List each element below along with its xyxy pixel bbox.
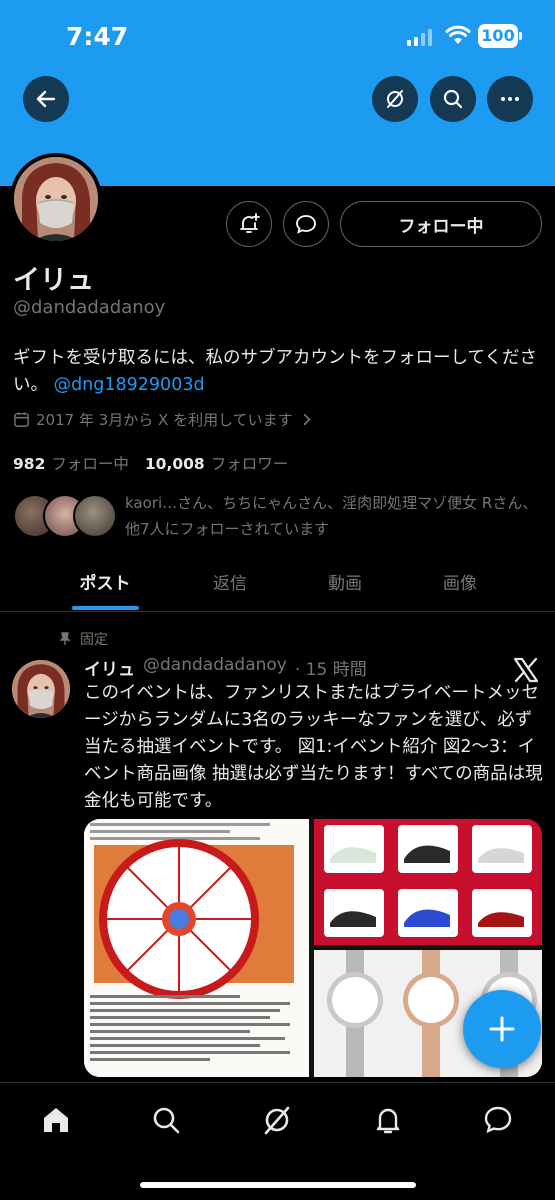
follower-avatar: [73, 494, 117, 538]
post-header: イリュ @dandadadanoy · 15 時間: [84, 655, 367, 680]
notification-bell-plus-icon: [240, 213, 260, 233]
message-icon: [296, 215, 316, 234]
tab-images[interactable]: 画像: [395, 552, 525, 611]
grok-icon: [387, 90, 403, 108]
nav-home[interactable]: [36, 1100, 76, 1140]
media-image-1[interactable]: [84, 819, 309, 1077]
compose-post-button[interactable]: [463, 990, 541, 1068]
search-button[interactable]: [430, 76, 476, 122]
nav-notifications[interactable]: [368, 1100, 408, 1140]
active-tab-indicator: [72, 606, 139, 610]
search-icon: [153, 1107, 180, 1134]
home-indicator: [140, 1182, 416, 1188]
calendar-icon: [14, 412, 29, 427]
tab-videos[interactable]: 動画: [280, 552, 410, 611]
pinned-text: 固定: [80, 632, 108, 648]
nav-messages[interactable]: [478, 1100, 518, 1140]
post-author-name[interactable]: イリュ: [84, 655, 135, 680]
grok-button[interactable]: [372, 76, 418, 122]
plus-icon: [489, 1016, 515, 1042]
message-button[interactable]: [283, 201, 329, 247]
profile-bio: ギフトを受け取るには、私のサブアカウントをフォローしてください。 @dng189…: [13, 345, 538, 399]
nav-grok[interactable]: [257, 1100, 297, 1140]
messages-icon: [484, 1106, 512, 1134]
bio-mention-link[interactable]: @dng18929003d: [54, 375, 205, 395]
tab-posts[interactable]: ポスト: [40, 552, 170, 611]
pin-icon: [59, 632, 71, 645]
status-time: 7:47: [66, 22, 129, 51]
followed-by-text[interactable]: kaori…さん、ちちにゃんさん、淫肉即処理マゾ便女 Rさん、他7人にフォローさ…: [125, 490, 545, 542]
back-button[interactable]: [23, 76, 69, 122]
profile-avatar[interactable]: [10, 153, 102, 245]
followed-by-avatars[interactable]: [13, 494, 117, 540]
joined-text: 2017 年 3月から X を利用しています: [36, 411, 293, 429]
grok-icon: [264, 1106, 290, 1135]
post-time: · 15 時間: [294, 660, 367, 680]
post-text: このイベントは、ファンリストまたはプライベートメッセージからランダムに3名のラッ…: [84, 683, 543, 811]
back-arrow-icon: [36, 90, 56, 108]
battery-indicator: 100: [478, 24, 518, 48]
followers-label: フォロワー: [210, 455, 289, 473]
following-count: 982: [13, 455, 46, 473]
cellular-signal-icon: [407, 29, 432, 46]
more-button[interactable]: [487, 76, 533, 122]
followers-count: 10,008: [144, 455, 205, 473]
post-author-handle[interactable]: @dandadadanoy: [143, 655, 287, 680]
following-label: フォロー中: [51, 455, 129, 473]
followers-stat[interactable]: 10,008 フォロワー: [145, 452, 288, 474]
more-icon: [501, 97, 519, 101]
tab-replies[interactable]: 返信: [165, 552, 295, 611]
wifi-icon: [445, 25, 471, 44]
notify-button[interactable]: [226, 201, 272, 247]
post-author-avatar[interactable]: [12, 660, 70, 718]
pinned-label: 固定: [58, 629, 108, 649]
follow-stats: 982 フォロー中 10,008 フォロワー: [13, 452, 288, 474]
nav-search[interactable]: [146, 1100, 186, 1140]
home-icon: [44, 1108, 68, 1132]
joined-date[interactable]: 2017 年 3月から X を利用しています: [13, 409, 316, 430]
media-image-2[interactable]: [314, 819, 542, 945]
status-bar: 7:47 100: [0, 0, 555, 70]
profile-handle: @dandadadanoy: [13, 297, 166, 318]
profile-name: イリュ: [13, 265, 94, 296]
search-icon: [443, 89, 463, 109]
battery-tip: [519, 32, 522, 40]
notifications-icon: [376, 1108, 400, 1134]
following-stat[interactable]: 982 フォロー中: [13, 452, 129, 474]
chevron-right-icon: [303, 413, 311, 426]
profile-tabs: ポスト 返信 動画 画像: [0, 552, 555, 612]
following-button[interactable]: フォロー中: [340, 201, 542, 247]
